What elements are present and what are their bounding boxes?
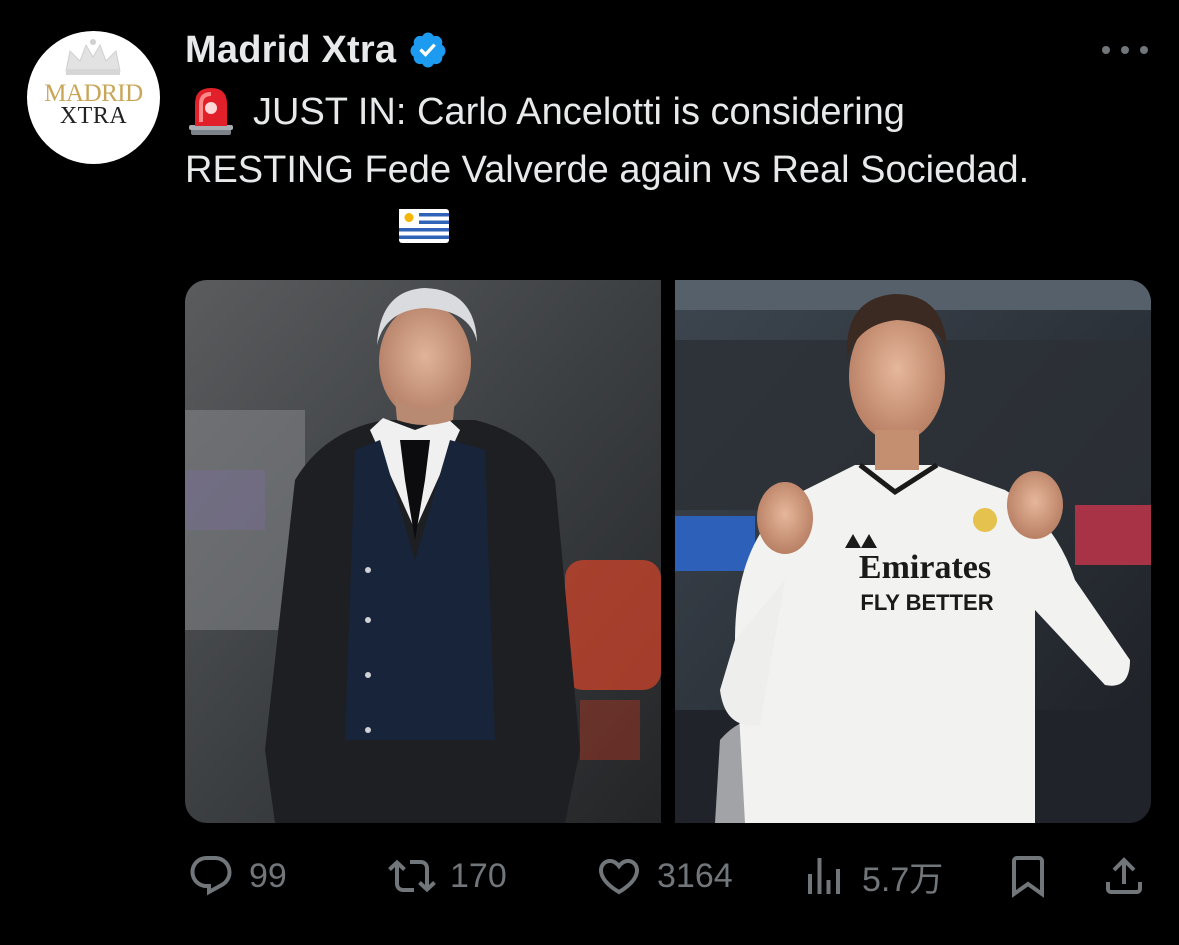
action-bar: 99 170 3164 5.7万 (0, 848, 1179, 904)
retweet-icon (388, 859, 436, 893)
photo-fede-valverde[interactable]: Emirates FLY BETTER (675, 280, 1151, 823)
jersey-text-emirates: Emirates (859, 549, 991, 586)
reply-button[interactable]: 99 (187, 848, 287, 904)
uruguay-flag-icon (399, 209, 449, 243)
jersey-text-fly-better: FLY BETTER (860, 590, 993, 615)
share-button[interactable] (1100, 848, 1148, 904)
avatar-text-xtra: XTRA (59, 103, 128, 129)
bookmark-button[interactable] (1004, 848, 1052, 904)
crown-icon (65, 39, 121, 75)
like-button[interactable]: 3164 (595, 848, 733, 904)
reply-icon (190, 856, 232, 896)
views-icon (808, 858, 840, 894)
siren-emoji-icon (189, 88, 233, 135)
tweet-media[interactable]: Emirates FLY BETTER (185, 280, 1151, 823)
verified-badge-icon[interactable] (408, 30, 448, 70)
tweet-line-2: RESTING Fede Valverde again vs Real Soci… (185, 149, 1030, 191)
tweet-header: Madrid Xtra (185, 26, 448, 74)
photo-carlo-ancelotti[interactable] (185, 280, 661, 823)
tweet-text: JUST IN: Carlo Ancelotti is considering … (185, 82, 1165, 199)
heart-icon (598, 859, 640, 895)
tweet-line-1: JUST IN: Carlo Ancelotti is considering (185, 82, 1165, 141)
retweet-button[interactable]: 170 (388, 848, 507, 904)
bookmark-icon (1012, 856, 1044, 898)
tweet-line-1-text: JUST IN: Carlo Ancelotti is considering (253, 91, 905, 133)
views-count: 5.7万 (862, 860, 944, 899)
reply-count: 99 (249, 856, 287, 895)
author-name[interactable]: Madrid Xtra (185, 29, 396, 72)
avatar[interactable]: MADRID XTRA (27, 31, 160, 164)
like-count: 3164 (657, 856, 733, 895)
more-options-icon[interactable] (1102, 46, 1148, 54)
share-icon (1106, 857, 1142, 894)
retweet-count: 170 (450, 856, 507, 895)
views-button[interactable]: 5.7万 (800, 848, 943, 904)
